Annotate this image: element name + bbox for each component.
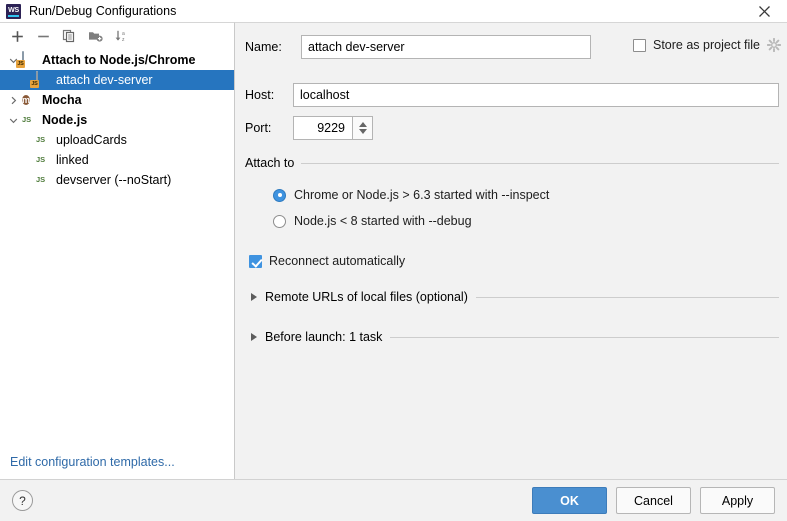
before-launch-section-title: Before launch: 1 task <box>265 330 383 344</box>
tree-item-label: Node.js <box>42 113 88 127</box>
attach-option-debug[interactable]: Node.js < 8 started with --debug <box>273 214 472 228</box>
svg-text:z: z <box>122 37 125 43</box>
host-label: Host: <box>245 88 275 102</box>
configurations-toolbar: a z <box>0 23 234 49</box>
tree-item-label: Mocha <box>42 93 82 107</box>
ok-button[interactable]: OK <box>532 487 607 514</box>
apply-button[interactable]: Apply <box>700 487 775 514</box>
remote-urls-section[interactable]: Remote URLs of local files (optional) <box>251 290 779 304</box>
tree-item-label: Attach to Node.js/Chrome <box>42 53 196 67</box>
radio-inspect[interactable] <box>273 188 286 202</box>
port-stepper[interactable] <box>353 116 373 140</box>
edit-templates-footer: Edit configuration templates... <box>0 445 234 479</box>
stepper-down-icon[interactable] <box>358 129 367 134</box>
webstorm-logo-icon: WS <box>6 3 21 19</box>
nodejs-icon: JS <box>36 175 46 184</box>
js-attach-icon: JS <box>30 71 52 88</box>
nodejs-icon: JS <box>36 135 46 144</box>
sort-alphabetically-icon[interactable]: a z <box>109 25 133 47</box>
folder-add-icon[interactable] <box>83 25 107 47</box>
section-divider <box>390 336 779 338</box>
name-label: Name: <box>245 40 282 54</box>
chevron-right-icon[interactable] <box>251 333 257 341</box>
tree-item-devserver[interactable]: JS devserver (--noStart) <box>0 170 234 190</box>
port-field-row: Port: <box>245 116 373 140</box>
attach-to-group-title: Attach to <box>245 156 295 170</box>
tree-item-linked[interactable]: JS linked <box>0 150 234 170</box>
reconnect-automatically-row: Reconnect automatically <box>249 254 405 268</box>
store-as-project-file-row: Store as project file <box>633 37 782 53</box>
dialog-action-buttons: OK Cancel Apply <box>532 487 775 514</box>
port-input[interactable] <box>293 116 353 140</box>
configuration-settings-panel: Name: Store as project file <box>235 22 787 479</box>
tree-item-label: linked <box>56 153 89 167</box>
host-field-row: Host: <box>245 83 779 107</box>
attach-option-inspect[interactable]: Chrome or Node.js > 6.3 started with --i… <box>273 188 549 202</box>
stepper-up-icon[interactable] <box>358 122 367 127</box>
name-field-row: Name: <box>245 35 591 59</box>
tree-item-mocha[interactable]: m Mocha <box>0 90 234 110</box>
nodejs-icon: JS <box>22 115 32 124</box>
remove-configuration-button[interactable] <box>31 25 55 47</box>
tree-item-label: uploadCards <box>56 133 127 147</box>
remote-urls-section-title: Remote URLs of local files (optional) <box>265 290 468 304</box>
tree-item-attach-dev-server[interactable]: JS attach dev-server <box>0 70 234 90</box>
tree-item-label: devserver (--noStart) <box>56 173 172 187</box>
cancel-button[interactable]: Cancel <box>616 487 691 514</box>
attach-option-label: Chrome or Node.js > 6.3 started with --i… <box>294 188 550 202</box>
section-divider <box>475 296 779 298</box>
reconnect-automatically-label: Reconnect automatically <box>269 254 406 268</box>
radio-debug[interactable] <box>273 214 286 228</box>
port-label: Port: <box>245 121 272 135</box>
mocha-icon: m <box>22 95 31 105</box>
tree-item-uploadcards[interactable]: JS uploadCards <box>0 130 234 150</box>
group-divider <box>301 162 779 164</box>
dialog-footer: ? OK Cancel Apply <box>0 479 787 521</box>
reconnect-automatically-checkbox[interactable] <box>249 254 262 268</box>
add-configuration-button[interactable] <box>5 25 29 47</box>
js-attach-icon: JS <box>16 51 38 68</box>
store-as-project-file-label: Store as project file <box>653 38 760 52</box>
nodejs-icon: JS <box>36 155 46 164</box>
run-debug-configurations-dialog: WS Run/Debug Configurations a z JS Attac… <box>0 0 787 521</box>
dialog-body: a z JS Attach to Node.js/Chrome JS attac… <box>0 22 787 479</box>
tree-item-attach-to-nodejs-chrome[interactable]: JS Attach to Node.js/Chrome <box>0 50 234 70</box>
configurations-tree[interactable]: JS Attach to Node.js/Chrome JS attach de… <box>0 49 234 445</box>
chevron-right-icon[interactable] <box>4 96 22 105</box>
attach-option-label: Node.js < 8 started with --debug <box>294 214 472 228</box>
close-icon[interactable] <box>742 0 787 22</box>
attach-to-group-header: Attach to <box>245 156 779 170</box>
copy-icon[interactable] <box>57 25 81 47</box>
help-button[interactable]: ? <box>12 490 33 511</box>
chevron-down-icon[interactable] <box>4 116 22 125</box>
store-as-project-file-checkbox[interactable] <box>633 38 646 52</box>
host-input[interactable] <box>293 83 779 107</box>
dialog-title: Run/Debug Configurations <box>29 4 177 18</box>
dialog-titlebar: WS Run/Debug Configurations <box>0 0 787 22</box>
tree-item-nodejs[interactable]: JS Node.js <box>0 110 234 130</box>
edit-configuration-templates-link[interactable]: Edit configuration templates... <box>10 455 175 469</box>
name-input[interactable] <box>301 35 591 59</box>
tree-item-label: attach dev-server <box>56 73 153 87</box>
configurations-panel: a z JS Attach to Node.js/Chrome JS attac… <box>0 22 235 479</box>
chevron-right-icon[interactable] <box>251 293 257 301</box>
gear-icon[interactable] <box>766 37 782 53</box>
before-launch-section[interactable]: Before launch: 1 task <box>251 330 779 344</box>
